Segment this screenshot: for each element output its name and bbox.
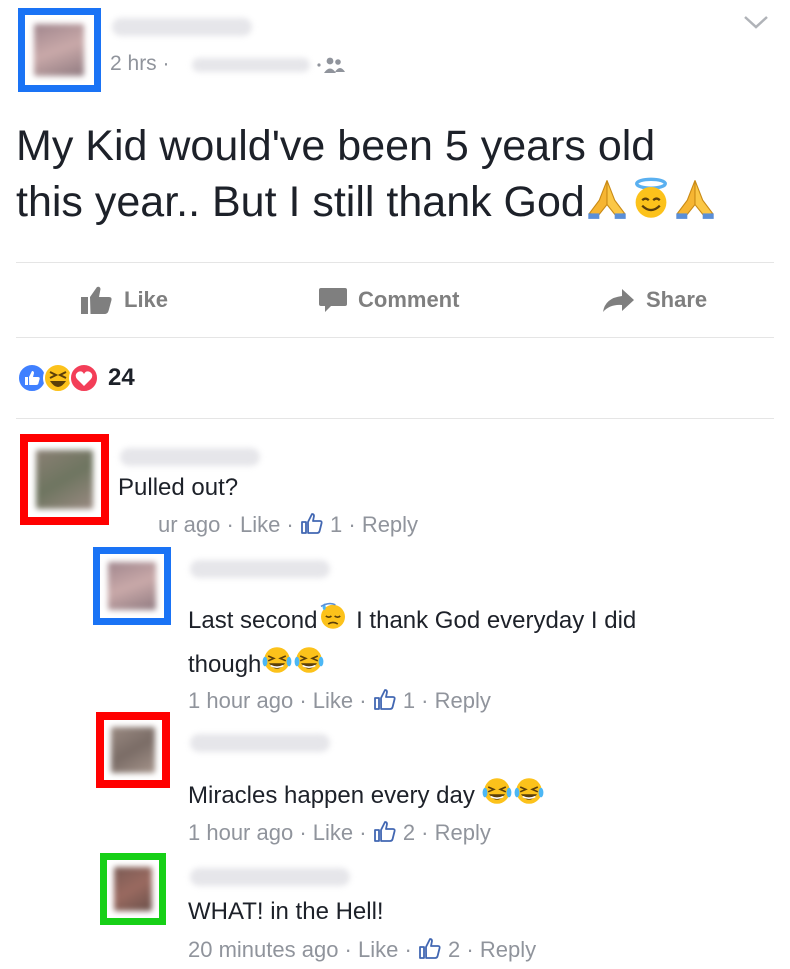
face-with-tears-of-joy-icon [293, 644, 325, 676]
comment-time[interactable]: ur ago [158, 512, 220, 537]
comment-text-part-2: I thank God everyday I did [349, 607, 637, 634]
comment-like-count[interactable]: 1 [403, 688, 415, 713]
smiling-face-with-halo-icon [629, 176, 673, 220]
divider [16, 262, 774, 263]
post-author-name[interactable] [112, 18, 252, 36]
comment-meta: 1 hour ago · Like · 2 · Reply [188, 820, 491, 845]
commenter-avatar[interactable] [108, 562, 156, 610]
post-author-avatar[interactable] [34, 24, 84, 76]
comment-text-part-1: Last second [188, 607, 318, 634]
comment-time[interactable]: 1 hour ago [188, 688, 293, 713]
commenter-name[interactable] [190, 560, 330, 578]
comment-time[interactable]: 1 hour ago [188, 820, 293, 845]
downcast-face-with-sweat-icon [317, 600, 349, 632]
face-with-tears-of-joy-icon [513, 775, 545, 807]
divider [16, 337, 774, 338]
commenter-name[interactable] [120, 448, 260, 466]
commenter-avatar[interactable] [111, 727, 155, 773]
commenter-avatar[interactable] [36, 450, 93, 509]
post-meta: 2 hrs · [110, 52, 170, 76]
post-text-line-2-words: this year.. But I still thank God [16, 178, 585, 226]
post-text-line-1: My Kid would've been 5 years old [16, 122, 656, 170]
comment-meta: 1 hour ago · Like · 1 · Reply [188, 688, 491, 713]
comment-text-words: Miracles happen every day [188, 782, 482, 809]
commenter-avatar[interactable] [114, 867, 152, 911]
comment-text: Last second I thank God everyday I did [188, 600, 636, 635]
reaction-summary[interactable]: 24 [16, 362, 135, 394]
share-button[interactable]: Share [602, 284, 707, 316]
post-time[interactable]: 2 hrs [110, 52, 157, 75]
divider [16, 418, 774, 419]
share-arrow-icon [603, 289, 634, 312]
comment-label: Comment [358, 287, 460, 312]
comment-like-link[interactable]: Like [358, 937, 398, 962]
comment-like-link[interactable]: Like [313, 688, 353, 713]
comment-like-count[interactable]: 1 [330, 512, 342, 537]
comment-text: WHAT! in the Hell! [188, 898, 384, 925]
post-text: My Kid would've been 5 years old this ye… [16, 118, 776, 230]
comment-reply-link[interactable]: Reply [480, 937, 536, 962]
meta-separator: · [162, 52, 170, 75]
comment-like-link[interactable]: Like [313, 820, 353, 845]
thumbs-up-icon [373, 688, 397, 712]
comment-icon [319, 288, 347, 312]
love-reaction-icon [69, 363, 99, 393]
comment-like-link[interactable]: Like [240, 512, 280, 537]
friends-audience-icon[interactable] [316, 56, 346, 79]
like-button[interactable]: Like [80, 284, 168, 316]
folded-hands-icon [585, 176, 629, 220]
thumbs-up-icon [373, 820, 397, 844]
commenter-name[interactable] [190, 868, 350, 886]
reaction-count: 24 [108, 364, 135, 391]
post-text-line-2: this year.. But I still thank God [16, 174, 776, 230]
comment-meta: ur ago · Like · 1 · Reply [158, 512, 419, 537]
comment-like-count[interactable]: 2 [403, 820, 415, 845]
chevron-down-icon[interactable] [742, 12, 770, 37]
comment-meta: 20 minutes ago · Like · 2 · Reply [188, 937, 537, 962]
comment-reply-link[interactable]: Reply [362, 512, 418, 537]
comment-text-part-3: though [188, 651, 262, 678]
face-with-tears-of-joy-icon [261, 644, 293, 676]
comment-text: Pulled out? [118, 474, 239, 501]
like-label: Like [124, 287, 169, 312]
face-with-tears-of-joy-icon [481, 775, 513, 807]
thumbs-up-icon [300, 512, 324, 536]
share-label: Share [646, 287, 708, 312]
comment-button[interactable]: Comment [318, 284, 459, 316]
post-location [192, 58, 310, 72]
thumbs-up-icon [81, 286, 112, 314]
comment-text: Miracles happen every day [188, 775, 545, 810]
comment-reply-link[interactable]: Reply [435, 820, 491, 845]
comment-reply-link[interactable]: Reply [435, 688, 491, 713]
thumbs-up-icon [418, 937, 442, 961]
comment-time[interactable]: 20 minutes ago [188, 937, 338, 962]
comment-text-line-2: though [188, 644, 325, 679]
comment-like-count[interactable]: 2 [448, 937, 460, 962]
commenter-name[interactable] [190, 734, 330, 752]
folded-hands-icon [673, 176, 717, 220]
